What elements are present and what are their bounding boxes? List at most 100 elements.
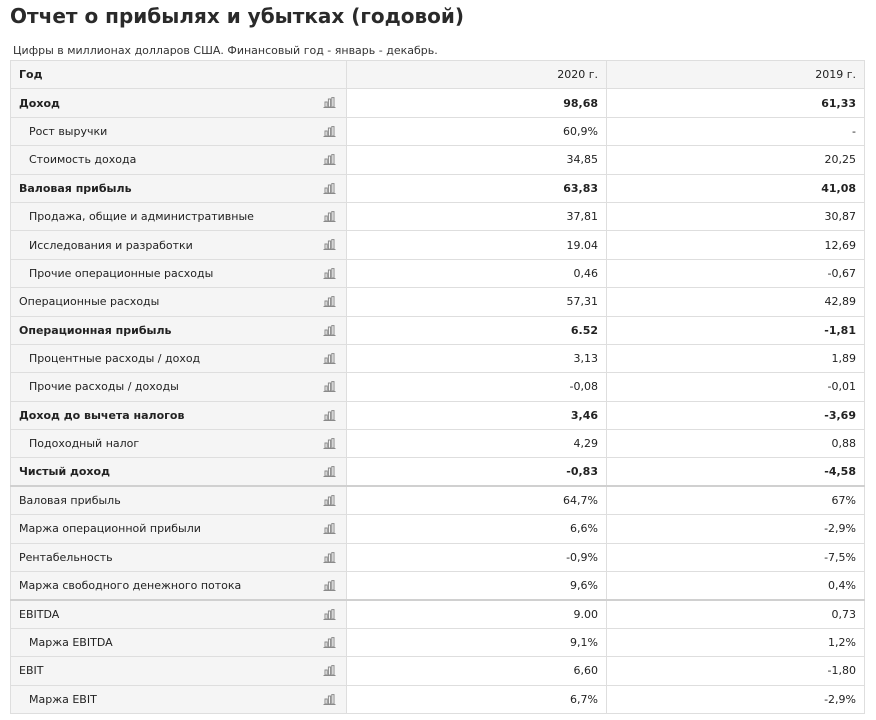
table-row: Доход 98,68 61,33 bbox=[10, 88, 865, 118]
row-label-cell: Маржа свободного денежного потока bbox=[10, 571, 347, 601]
table-row: Рост выручки 60,9% - bbox=[10, 116, 865, 147]
bar-chart-icon[interactable] bbox=[323, 523, 336, 535]
table-row: Доход до вычета налогов 3,46 -3,69 bbox=[10, 400, 865, 431]
row-label: Маржа EBIT bbox=[29, 692, 97, 706]
value-2020: 9.00 bbox=[346, 598, 607, 629]
bar-chart-icon[interactable] bbox=[323, 125, 336, 137]
page-subtitle: Цифры в миллионах долларов США. Финансов… bbox=[13, 44, 438, 57]
table-row: Стоимость дохода 34,85 20,25 bbox=[10, 145, 865, 175]
row-label-cell: Операционные расходы bbox=[10, 287, 347, 317]
bar-chart-icon[interactable] bbox=[323, 551, 336, 563]
row-label: Маржа EBITDA bbox=[29, 636, 113, 649]
row-label-cell: EBIT bbox=[10, 656, 347, 686]
value-2020: 64,7% bbox=[346, 485, 607, 516]
table-row: Маржа свободного денежного потока 9,6% 0,4… bbox=[10, 571, 865, 601]
bar-chart-icon[interactable] bbox=[323, 97, 336, 109]
value-2019: 0,73 bbox=[606, 598, 865, 629]
value-2019: 0,4% bbox=[606, 571, 865, 601]
value-2020: 6.52 bbox=[346, 315, 607, 345]
value-2019: 30,87 bbox=[606, 201, 865, 232]
row-label-cell: Валовая прибыль bbox=[10, 173, 347, 203]
bar-chart-icon[interactable] bbox=[323, 438, 336, 450]
bar-chart-icon[interactable] bbox=[323, 609, 336, 620]
table-row: Продажа, общие и административные 37,81 30… bbox=[10, 201, 865, 232]
value-2020: 9,6% bbox=[346, 571, 607, 601]
value-2019: -0,01 bbox=[606, 372, 865, 402]
row-label: EBITDA bbox=[19, 607, 60, 621]
row-label: Доход до вычета налогов bbox=[19, 408, 185, 422]
bar-chart-icon[interactable] bbox=[323, 636, 336, 648]
value-2020: -0,83 bbox=[346, 457, 607, 487]
bar-chart-icon[interactable] bbox=[323, 409, 336, 421]
bar-chart-icon[interactable] bbox=[323, 239, 336, 251]
bar-chart-icon[interactable] bbox=[323, 495, 336, 507]
row-label-cell: EBITDA bbox=[10, 598, 347, 629]
income-statement-table: Год 2020 г. 2019 г. Доход 98,68 61,33 Рост … bbox=[10, 59, 865, 714]
value-2019: -7,5% bbox=[606, 542, 865, 573]
value-2019: 1,89 bbox=[606, 343, 865, 374]
value-2020: 9,1% bbox=[346, 627, 607, 658]
row-label: Доход bbox=[19, 96, 60, 110]
value-2019: -0,67 bbox=[606, 258, 865, 289]
row-label: Валовая прибыль bbox=[19, 494, 121, 508]
value-2019: -1,81 bbox=[606, 315, 865, 345]
row-label: Рост выручки bbox=[29, 124, 108, 138]
value-2020: 6,7% bbox=[346, 684, 607, 714]
row-label: Прочие операционные расходы bbox=[29, 266, 214, 280]
value-2020: 57,31 bbox=[346, 287, 607, 317]
row-label: Операционная прибыль bbox=[19, 323, 172, 337]
table-row: EBITDA 9.00 0,73 bbox=[10, 598, 865, 629]
bar-chart-icon[interactable] bbox=[323, 267, 336, 279]
row-label: Чистый доход bbox=[19, 465, 110, 479]
table-row: Маржа EBITDA 9,1% 1,2% bbox=[10, 627, 865, 658]
table-row: EBIT 6,60 -1,80 bbox=[10, 656, 865, 686]
bar-chart-icon[interactable] bbox=[323, 353, 336, 364]
row-label-cell: Маржа EBITDA bbox=[10, 627, 347, 658]
column-header-2020: 2020 г. bbox=[346, 59, 607, 90]
row-label: Операционные расходы bbox=[19, 295, 160, 309]
table-row: Прочие расходы / доходы -0,08 -0,01 bbox=[10, 372, 865, 402]
bar-chart-icon[interactable] bbox=[323, 466, 336, 478]
table-row: Валовая прибыль 64,7% 67% bbox=[10, 485, 865, 516]
row-label: Процентные расходы / доход bbox=[29, 352, 201, 366]
bar-chart-icon[interactable] bbox=[323, 665, 336, 677]
row-label-cell: Доход до вычета налогов bbox=[10, 400, 347, 431]
value-2019: 42,89 bbox=[606, 287, 865, 317]
table-row: Процентные расходы / доход 3,13 1,89 bbox=[10, 343, 865, 374]
bar-chart-icon[interactable] bbox=[323, 182, 336, 194]
row-label: EBIT bbox=[19, 664, 44, 678]
row-label-cell: Прочие операционные расходы bbox=[10, 258, 347, 289]
table-row: Операционная прибыль 6.52 -1,81 bbox=[10, 315, 865, 345]
table-row: Маржа EBIT 6,7% -2,9% bbox=[10, 684, 865, 714]
bar-chart-icon[interactable] bbox=[323, 693, 336, 705]
row-label: Рентабельность bbox=[19, 550, 113, 564]
value-2019: -4,58 bbox=[606, 457, 865, 487]
bar-chart-icon[interactable] bbox=[323, 211, 336, 222]
row-label-cell: Валовая прибыль bbox=[10, 485, 347, 516]
table-row: Исследования и разработки 19.04 12,69 bbox=[10, 230, 865, 260]
bar-chart-icon[interactable] bbox=[323, 296, 336, 308]
value-2019: -2,9% bbox=[606, 684, 865, 714]
bar-chart-icon[interactable] bbox=[323, 154, 336, 166]
table-row: Маржа операционной прибыли 6,6% -2,9% bbox=[10, 514, 865, 544]
row-label-cell: Маржа EBIT bbox=[10, 684, 347, 714]
page-title: Отчет о прибылях и убытках (годовой) bbox=[10, 4, 465, 28]
row-label-cell: Подоходный налог bbox=[10, 429, 347, 459]
column-header-year: Год bbox=[10, 59, 347, 90]
row-label: Продажа, общие и административные bbox=[29, 210, 254, 224]
table-row: Подоходный налог 4,29 0,88 bbox=[10, 429, 865, 459]
bar-chart-icon[interactable] bbox=[323, 580, 336, 592]
value-2020: 3,46 bbox=[346, 400, 607, 431]
bar-chart-icon[interactable] bbox=[323, 381, 336, 393]
value-2020: 34,85 bbox=[346, 145, 607, 175]
value-2019: - bbox=[606, 116, 865, 147]
value-2020: 60,9% bbox=[346, 116, 607, 147]
bar-chart-icon[interactable] bbox=[323, 324, 336, 336]
row-label-cell: Продажа, общие и административные bbox=[10, 201, 347, 232]
row-label: Маржа свободного денежного потока bbox=[19, 578, 242, 592]
row-label-cell: Рентабельность bbox=[10, 542, 347, 573]
value-2020: -0,9% bbox=[346, 542, 607, 573]
value-2020: 37,81 bbox=[346, 201, 607, 232]
value-2019: 12,69 bbox=[606, 230, 865, 260]
value-2019: 41,08 bbox=[606, 173, 865, 203]
